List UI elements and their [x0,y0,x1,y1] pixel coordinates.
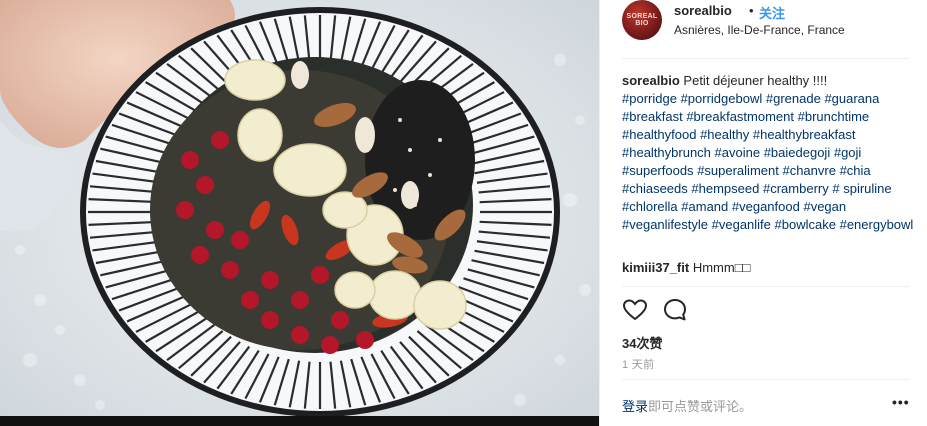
hashtag-link[interactable]: #energybowl [840,217,914,232]
actions-divider [622,286,910,287]
hashtag-link[interactable]: spiruline [843,181,891,196]
login-prompt-text: 即可点赞或评论。 [648,399,753,414]
hashtag-link[interactable]: #chlorella [622,199,678,214]
hashtag-link[interactable]: #vegan [803,199,846,214]
heart-icon[interactable] [622,297,648,323]
hashtag-link[interactable]: #breakfast [622,109,683,124]
follow-button[interactable]: 关注 [759,3,785,22]
hashtag-list: #porridge #porridgebowl #grenade #guaran… [622,91,913,232]
login-prompt: 登录即可点赞或评论。 [622,396,752,415]
author-username[interactable]: sorealbio [674,3,732,18]
post-header: SOREAL BIO sorealbio • 关注 Asnières, Ile-… [622,0,912,58]
hashtag-link[interactable]: #chanvre [782,163,835,178]
post-side-panel: SOREAL BIO sorealbio • 关注 Asnières, Ile-… [599,0,927,426]
hashtag-link[interactable]: #bowlcake [775,217,836,232]
hashtag-link[interactable]: #veganlife [712,217,771,232]
comment-icon[interactable] [662,297,688,323]
hashtag-link[interactable]: #porridgebowl [681,91,763,106]
hashtag-link[interactable]: #porridge [622,91,677,106]
hashtag-link[interactable]: #superaliment [697,163,779,178]
post-location[interactable]: Asnières, Ile-De-France, France [674,23,845,37]
hashtag-link[interactable]: #superfoods [622,163,694,178]
hashtag-link[interactable]: #hempseed [691,181,759,196]
hashtag-link[interactable]: #goji [834,145,861,160]
breakfast-bowl-image [0,0,599,426]
hashtag-link[interactable]: #veganfood [732,199,800,214]
hashtag-link[interactable]: #healthybreakfast [753,127,856,142]
hashtag-link[interactable]: #chia [840,163,871,178]
like-count[interactable]: 34次赞 [622,333,662,352]
separator-dot: • [749,3,754,18]
hashtag-link[interactable]: #healthyfood [622,127,696,142]
author-avatar[interactable]: SOREAL BIO [622,0,662,40]
hashtag-link[interactable]: #grenade [766,91,821,106]
avatar-logo-text: SOREAL BIO [626,13,658,27]
hashtag-link[interactable]: #breakfastmoment [686,109,794,124]
post-photo[interactable] [0,0,599,426]
hashtag-link[interactable]: #guarana [824,91,879,106]
comment-text: Hmmm□□ [692,260,751,275]
hashtag-link[interactable]: # [832,181,839,196]
hashtag-link[interactable]: #chiaseeds [622,181,688,196]
caption-username[interactable]: sorealbio [622,73,680,88]
caption-text: Petit déjeuner healthy !!!! [683,73,828,88]
more-options-icon[interactable]: ••• [892,394,910,410]
hashtag-link[interactable]: #healthybrunch [622,145,711,160]
hashtag-link[interactable]: #amand [681,199,728,214]
post-time[interactable]: 1 天前 [622,356,654,372]
header-divider [622,58,910,59]
login-link[interactable]: 登录 [622,399,648,414]
hashtag-link[interactable]: #veganlifestyle [622,217,708,232]
hashtag-link[interactable]: #healthy [700,127,749,142]
comment-username[interactable]: kimiii37_fit [622,260,689,275]
hashtag-link[interactable]: #avoine [715,145,761,160]
post-caption: sorealbio Petit déjeuner healthy !!!! #p… [622,72,914,234]
hashtag-link[interactable]: #cramberry [763,181,829,196]
hashtag-link[interactable]: #baiedegoji [764,145,831,160]
login-divider [622,379,910,380]
hashtag-link[interactable]: #brunchtime [798,109,870,124]
comment-row: kimiii37_fit Hmmm□□ [622,260,750,275]
